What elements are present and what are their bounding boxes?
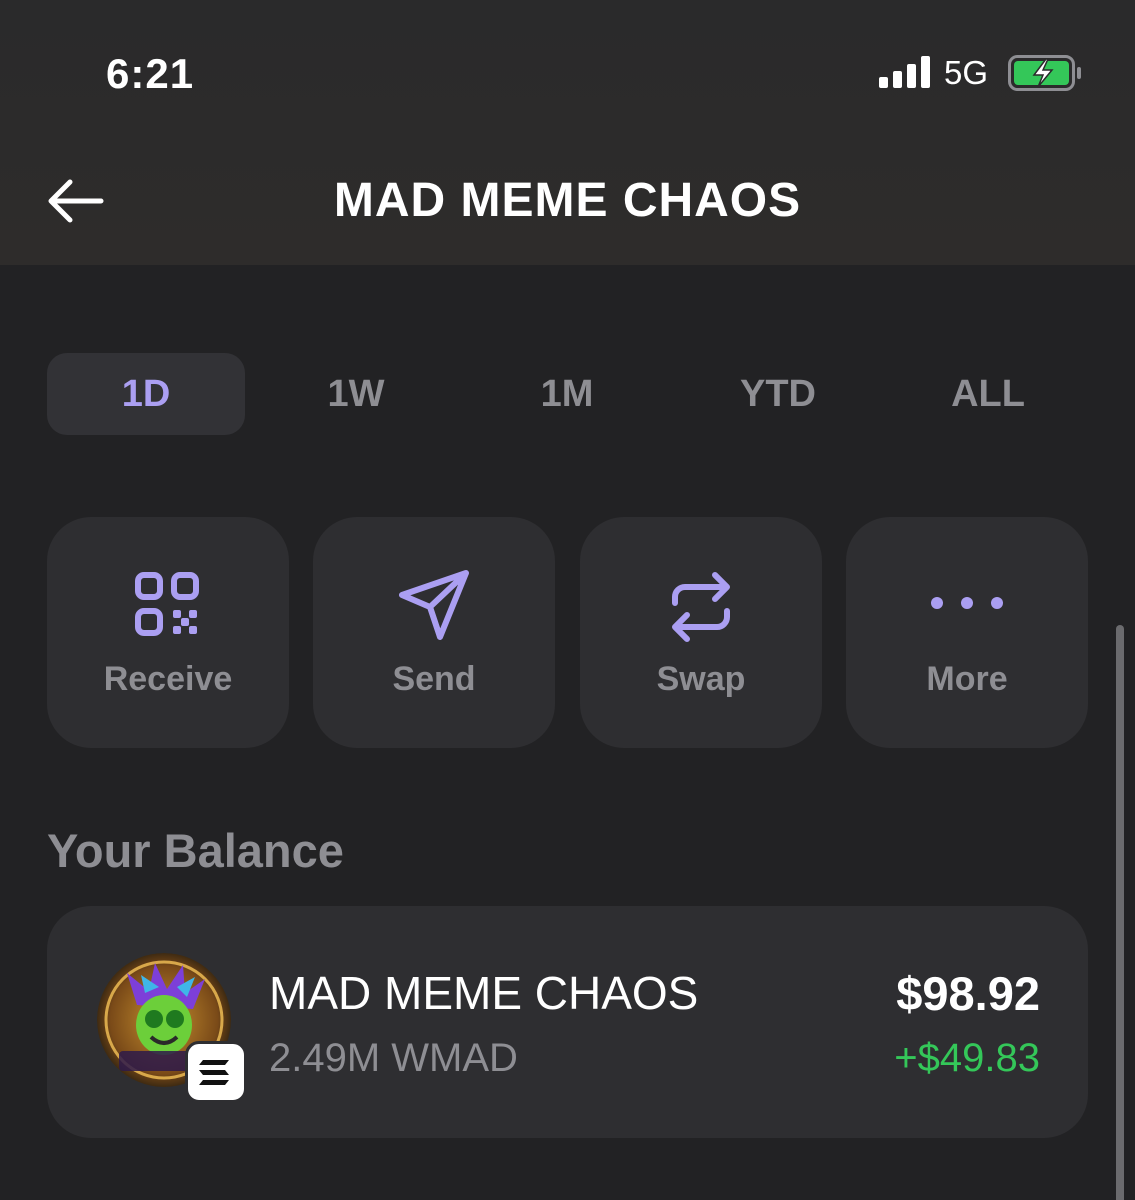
network-type: 5G	[944, 54, 989, 91]
tab-all[interactable]: ALL	[889, 353, 1087, 435]
token-name: MAD MEME CHAOS	[269, 967, 699, 1019]
tab-1m[interactable]: 1M	[468, 353, 666, 435]
balance-section-title: Your Balance	[47, 824, 344, 877]
swap-label: Swap	[656, 660, 746, 698]
send-button[interactable]: Send	[313, 517, 555, 748]
receive-button[interactable]: Receive	[47, 517, 289, 748]
solana-chain-icon	[185, 1041, 247, 1103]
token-usd-value: $98.92	[896, 967, 1040, 1020]
tab-1w[interactable]: 1W	[257, 353, 455, 435]
more-dots-icon	[931, 597, 1003, 609]
tab-ytd[interactable]: YTD	[679, 353, 877, 435]
token-price-change: +$49.83	[894, 1036, 1040, 1080]
token-amount: 2.49M WMAD	[269, 1036, 518, 1080]
range-tabs: 1D 1W 1M YTD ALL	[47, 353, 1087, 435]
swap-button[interactable]: Swap	[580, 517, 822, 748]
token-detail-screen: 6:21 5G MAD MEME CHAOS 1D 1W 1M YTD ALL	[0, 0, 1135, 1200]
more-button[interactable]: More	[846, 517, 1088, 748]
cellular-signal-icon	[879, 56, 931, 88]
battery-charging-icon	[1008, 55, 1081, 91]
receive-label: Receive	[103, 660, 233, 698]
scrollbar[interactable]	[1116, 625, 1124, 1200]
send-arrow-icon	[399, 570, 469, 640]
status-time: 6:21	[106, 50, 195, 97]
qr-code-icon	[135, 572, 199, 636]
token-balance-row[interactable]: MAD MEME CHAOS 2.49M WMAD $98.92 +$49.83	[47, 906, 1088, 1138]
page-title: MAD MEME CHAOS	[333, 174, 802, 227]
send-label: Send	[392, 660, 476, 698]
swap-arrows-icon	[672, 572, 730, 642]
tab-1d[interactable]: 1D	[47, 353, 245, 435]
more-label: More	[926, 660, 1008, 698]
